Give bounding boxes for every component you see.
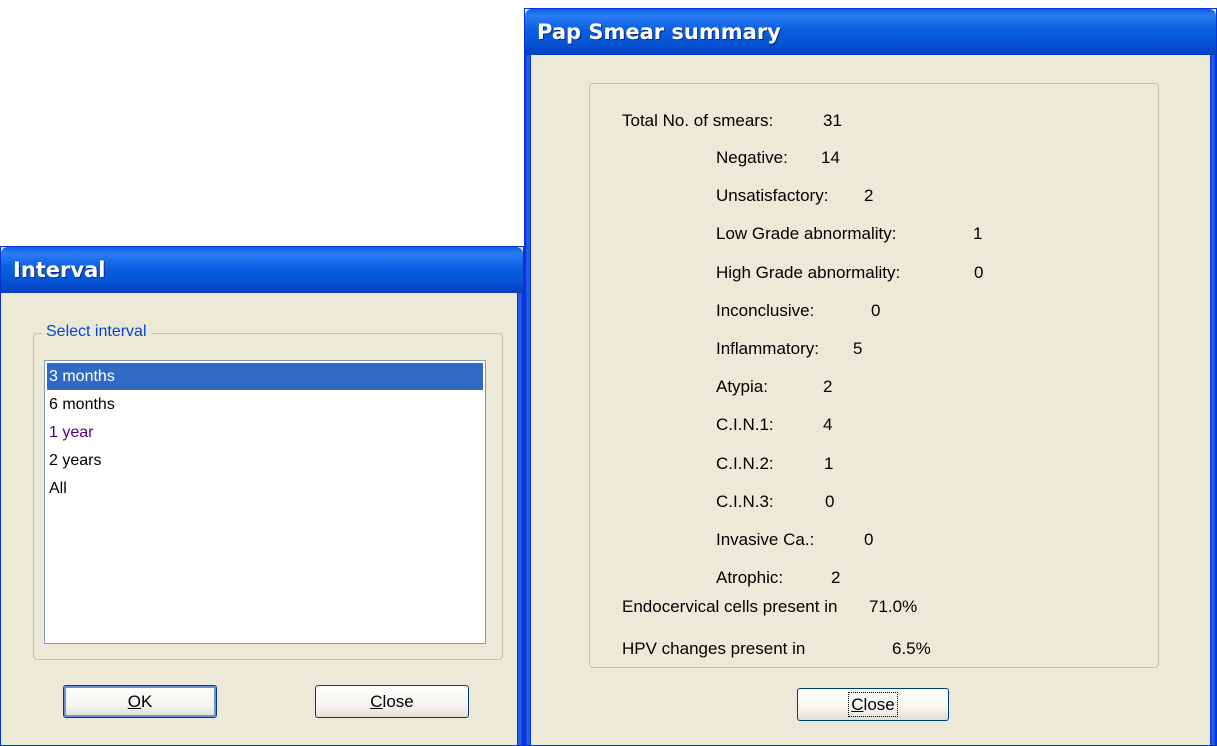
interval-dialog: Interval Select interval 3 months 6 mont… xyxy=(0,246,524,746)
category-value: 1 xyxy=(824,454,834,473)
pap-smear-summary-dialog: Pap Smear summary Total No. of smears: 3… xyxy=(524,8,1217,746)
category-label: High Grade abnormality: xyxy=(716,263,901,282)
interval-option[interactable]: 3 months xyxy=(47,363,483,390)
category-value: 5 xyxy=(853,339,863,358)
interval-listbox[interactable]: 3 months 6 months 1 year 2 years All xyxy=(44,360,486,644)
category-label: C.I.N.2: xyxy=(716,454,774,473)
interval-option[interactable]: 2 years xyxy=(47,447,483,474)
total-smears-value: 31 xyxy=(823,111,842,130)
endocervical-label: Endocervical cells present in xyxy=(622,597,838,616)
category-value: 0 xyxy=(974,263,984,282)
endocervical-value: 71.0% xyxy=(869,597,918,616)
category-label: Invasive Ca.: xyxy=(716,530,815,549)
category-label: Negative: xyxy=(716,148,788,167)
window-frame xyxy=(517,293,523,745)
category-value: 0 xyxy=(864,530,874,549)
interval-option[interactable]: All xyxy=(47,475,483,502)
summary-group xyxy=(589,83,1159,668)
total-smears-label: Total No. of smears: xyxy=(622,111,774,130)
category-value: 2 xyxy=(864,186,874,205)
category-value: 1 xyxy=(973,224,983,243)
category-value: 0 xyxy=(871,301,881,320)
interval-option[interactable]: 1 year xyxy=(47,419,483,446)
interval-close-button[interactable]: Close xyxy=(315,685,469,718)
category-label: Low Grade abnormality: xyxy=(716,224,897,243)
category-value: 0 xyxy=(825,492,835,511)
interval-title: Interval xyxy=(13,258,106,282)
interval-titlebar[interactable]: Interval xyxy=(1,247,523,293)
summary-title: Pap Smear summary xyxy=(537,20,781,44)
category-label: Atrophic: xyxy=(716,568,784,587)
select-interval-label: Select interval xyxy=(42,323,151,341)
interval-option[interactable]: 6 months xyxy=(47,391,483,418)
category-label: Inflammatory: xyxy=(716,339,819,358)
category-label: C.I.N.1: xyxy=(716,415,774,434)
ok-button[interactable]: OK xyxy=(63,685,217,718)
category-label: Atypia: xyxy=(716,377,768,396)
hpv-value: 6.5% xyxy=(892,639,931,658)
category-label: Inconclusive: xyxy=(716,301,815,320)
category-label: Unsatisfactory: xyxy=(716,186,829,205)
category-label: C.I.N.3: xyxy=(716,492,774,511)
summary-titlebar[interactable]: Pap Smear summary xyxy=(525,9,1216,55)
category-value: 14 xyxy=(821,148,840,167)
window-frame xyxy=(525,55,531,745)
summary-close-button[interactable]: Close xyxy=(797,688,949,721)
select-interval-group: Select interval 3 months 6 months 1 year… xyxy=(33,323,503,660)
category-value: 4 xyxy=(823,415,833,434)
hpv-label: HPV changes present in xyxy=(622,639,806,658)
window-frame xyxy=(1210,55,1216,745)
category-value: 2 xyxy=(831,568,841,587)
category-value: 2 xyxy=(823,377,833,396)
